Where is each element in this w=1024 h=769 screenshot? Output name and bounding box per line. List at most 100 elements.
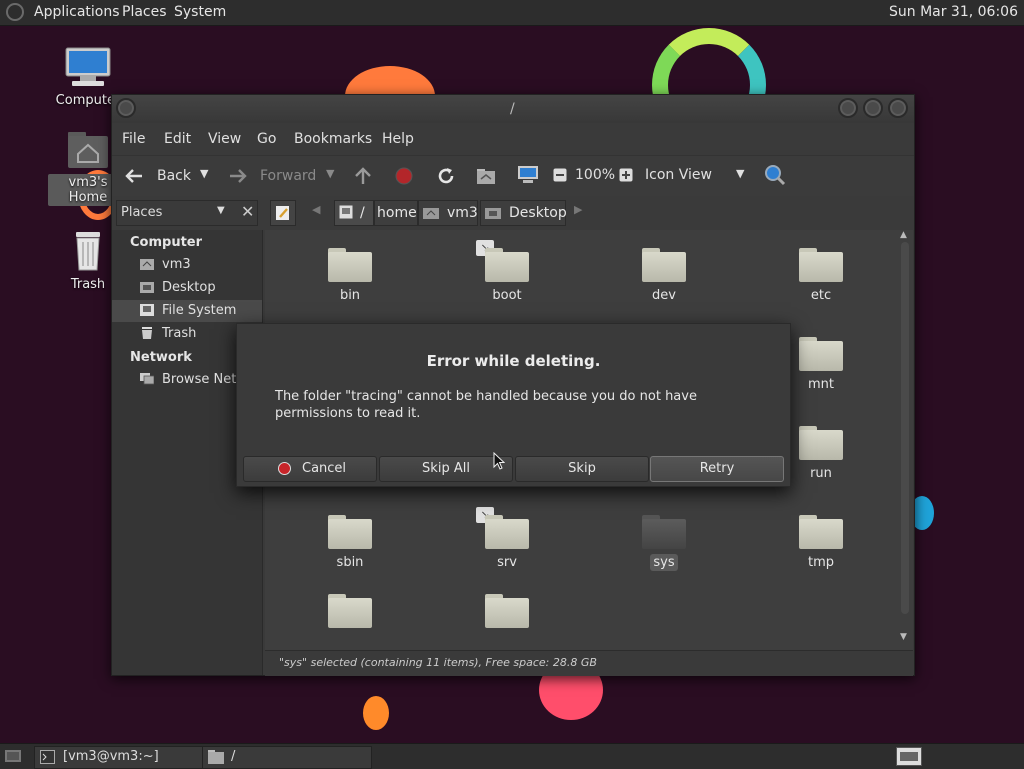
maximize-button[interactable]: [863, 98, 883, 118]
window-menu-icon[interactable]: [116, 98, 136, 118]
zoom-out-icon[interactable]: [553, 168, 567, 182]
location-bar: Places ▼ ✕ ◀ / home vm3 Desktop ▶: [112, 196, 914, 230]
sidebar-item-desktop[interactable]: Desktop: [112, 277, 262, 299]
trash-icon: [76, 232, 100, 271]
sidebar-header-network: Network: [130, 350, 192, 365]
scroll-up-icon[interactable]: ▲: [900, 230, 907, 240]
close-sidebar-icon[interactable]: ✕: [241, 202, 254, 221]
file-item-bin[interactable]: bin: [300, 248, 400, 304]
computer-icon[interactable]: [517, 165, 539, 185]
file-item-etc[interactable]: etc: [771, 248, 871, 304]
stop-icon[interactable]: [395, 167, 413, 185]
titlebar[interactable]: /: [112, 95, 914, 123]
sidebar-item-label: Desktop: [162, 280, 216, 295]
clock[interactable]: Sun Mar 31, 06:06: [889, 4, 1018, 20]
path-label: Desktop: [509, 205, 567, 221]
system-menu[interactable]: System: [174, 4, 226, 20]
desktop-icon-label: Trash: [70, 277, 106, 292]
file-name: etc: [810, 288, 832, 303]
home-folder-icon: [68, 132, 108, 168]
edit-pencil-icon: [276, 206, 289, 220]
menu-go[interactable]: Go: [257, 131, 276, 147]
back-button[interactable]: Back ▼: [120, 164, 220, 188]
scrollbar-thumb[interactable]: [901, 242, 909, 614]
zoom-level[interactable]: 100%: [575, 167, 615, 183]
taskbar-item-terminal[interactable]: [vm3@vm3:~]: [34, 746, 204, 769]
workspace-switcher-icon[interactable]: [896, 747, 922, 766]
toolbar: Back ▼ Forward ▼ 100% Icon View ▼: [112, 155, 914, 197]
up-arrow-icon[interactable]: [354, 167, 372, 185]
menu-bookmarks[interactable]: Bookmarks: [294, 131, 372, 147]
places-menu[interactable]: Places: [122, 4, 167, 20]
sidebar-item-vm3[interactable]: vm3: [112, 254, 262, 276]
folder-icon: [799, 337, 843, 371]
network-icon: [140, 373, 154, 385]
back-dropdown-icon[interactable]: ▼: [200, 167, 208, 180]
file-item-boot[interactable]: boot: [457, 248, 557, 304]
scroll-down-icon[interactable]: ▼: [900, 632, 907, 642]
menubar: File Edit View Go Bookmarks Help: [112, 123, 914, 155]
skip-button[interactable]: Skip: [515, 456, 649, 482]
menu-edit[interactable]: Edit: [164, 131, 191, 147]
dialog-title: Error while deleting.: [426, 352, 601, 370]
path-button-root[interactable]: /: [334, 200, 374, 226]
menu-view[interactable]: View: [208, 131, 241, 147]
drive-icon: [140, 304, 154, 316]
wallpaper-small-orange: [363, 696, 389, 730]
folder-icon: [328, 594, 372, 628]
mate-logo-icon[interactable]: [6, 3, 24, 21]
applications-menu[interactable]: Applications: [34, 4, 120, 20]
sidebar-selector[interactable]: Places ▼ ✕: [116, 200, 258, 226]
reload-icon[interactable]: [436, 166, 456, 186]
taskbar-item-file-manager[interactable]: /: [202, 746, 372, 769]
forward-dropdown-icon: ▼: [326, 167, 335, 180]
path-button-home[interactable]: home: [374, 200, 418, 226]
file-name: sys: [650, 554, 678, 571]
forward-arrow-icon: [230, 169, 247, 183]
view-mode-select[interactable]: Icon View ▼: [642, 164, 750, 188]
folder-icon: [799, 426, 843, 460]
chevron-down-icon: ▼: [736, 167, 745, 180]
cancel-button[interactable]: Cancel: [243, 456, 377, 482]
file-item-sbin[interactable]: sbin: [300, 515, 400, 571]
path-label: home: [377, 205, 417, 221]
folder-icon: [485, 248, 529, 282]
path-button-desktop[interactable]: Desktop: [480, 200, 567, 226]
back-arrow-icon: [125, 169, 142, 183]
toggle-location-button[interactable]: [270, 200, 296, 226]
file-name: srv: [497, 555, 517, 570]
folder-icon: [328, 248, 372, 282]
path-button-vm3[interactable]: vm3: [418, 200, 478, 226]
path-scroll-left-icon[interactable]: ◀: [312, 203, 320, 216]
minimize-button[interactable]: [838, 98, 858, 118]
sidebar-item-file-system[interactable]: File System: [112, 300, 262, 322]
show-desktop-icon[interactable]: [4, 748, 22, 764]
file-item-partial[interactable]: [457, 594, 557, 628]
menu-file[interactable]: File: [122, 131, 145, 147]
file-item-tmp[interactable]: tmp: [771, 515, 871, 571]
file-item-srv[interactable]: srv: [457, 515, 557, 571]
folder-icon: [799, 515, 843, 549]
retry-button[interactable]: Retry: [650, 456, 784, 482]
vertical-scrollbar[interactable]: ▲ ▼: [899, 230, 911, 646]
file-name: tmp: [807, 555, 834, 570]
menu-help[interactable]: Help: [382, 131, 414, 147]
computer-icon: [65, 47, 111, 86]
file-item-dev[interactable]: dev: [614, 248, 714, 304]
search-icon[interactable]: [764, 164, 786, 186]
path-scroll-right-icon[interactable]: ▶: [574, 203, 582, 216]
error-dialog: Error while deleting. The folder "tracin…: [236, 323, 791, 487]
home-icon[interactable]: [476, 167, 496, 185]
path-label: /: [360, 205, 365, 221]
stop-icon: [278, 462, 291, 475]
forward-button[interactable]: Forward ▼: [226, 164, 336, 188]
close-button[interactable]: [888, 98, 908, 118]
sidebar-item-label: Trash: [162, 326, 197, 341]
zoom-in-icon[interactable]: [619, 168, 633, 182]
folder-icon: [328, 515, 372, 549]
file-name: mnt: [808, 377, 834, 392]
taskbar-label: /: [231, 749, 236, 764]
sidebar-selector-label: Places: [121, 205, 163, 220]
file-item-sys[interactable]: sys: [614, 515, 714, 571]
file-item-partial[interactable]: [300, 594, 400, 628]
